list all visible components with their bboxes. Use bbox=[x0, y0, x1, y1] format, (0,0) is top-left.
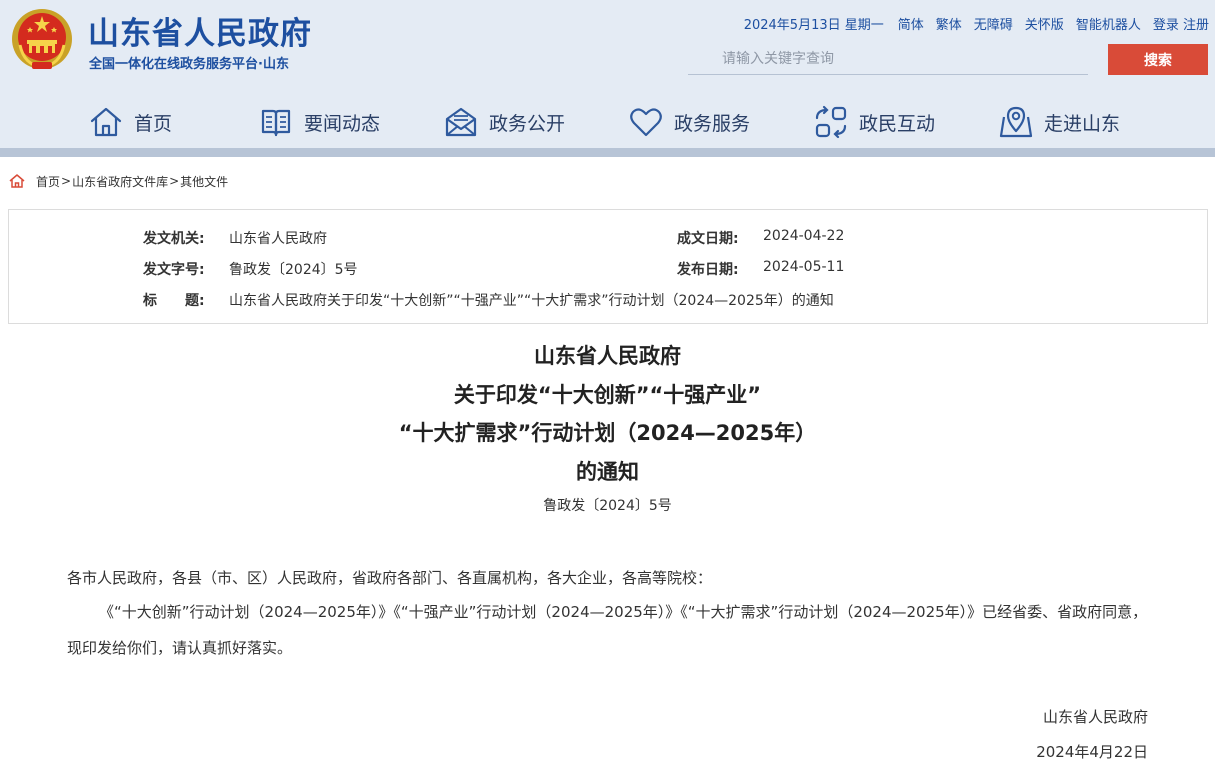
signature-organization: 山东省人民政府 bbox=[1042, 708, 1148, 726]
meta-value: 山东省人民政府关于印发“十大创新”“十强产业”“十大扩需求”行动计划（2024—… bbox=[229, 293, 834, 309]
home-icon bbox=[90, 107, 122, 137]
top-links-bar: 2024年5月13日 星期一 简体 繁体 无障碍 关怀版 智能机器人 登录 注册 bbox=[744, 14, 1209, 33]
nav-item-interaction[interactable]: 政民互动 bbox=[813, 100, 935, 144]
nav-item-home[interactable]: 首页 bbox=[88, 100, 172, 144]
national-emblem-icon[interactable] bbox=[10, 7, 74, 73]
signature-date: 2024年4月22日 bbox=[1036, 743, 1148, 761]
nav-item-news[interactable]: 要闻动态 bbox=[258, 100, 380, 144]
nav-label: 政务公开 bbox=[489, 112, 566, 135]
nav-label: 走进山东 bbox=[1044, 112, 1121, 135]
site-title[interactable]: 山东省人民政府 bbox=[88, 8, 312, 53]
site-header: 山东省人民政府 全国一体化在线政务服务平台·山东 2024年5月13日 星期一 … bbox=[0, 0, 1215, 157]
document-title-line: 山东省人民政府 bbox=[534, 344, 681, 368]
accessibility-link[interactable]: 无障碍 bbox=[974, 14, 1013, 33]
meta-issuer: 发文机关: 山东省人民政府 bbox=[143, 228, 327, 248]
interaction-icon bbox=[815, 105, 847, 139]
login-link[interactable]: 登录 bbox=[1153, 18, 1179, 33]
header-divider bbox=[0, 148, 1215, 157]
meta-doc-number: 发文字号: 鲁政发〔2024〕5号 bbox=[143, 259, 358, 279]
mail-icon bbox=[445, 107, 477, 137]
document-title-line: 的通知 bbox=[576, 459, 639, 484]
book-icon bbox=[261, 109, 291, 137]
auth-links: 登录 注册 bbox=[1153, 14, 1209, 33]
meta-value: 2024-04-22 bbox=[763, 228, 845, 244]
nav-item-gov-affairs-open[interactable]: 政务公开 bbox=[443, 100, 565, 144]
document-number: 鲁政发〔2024〕5号 bbox=[543, 498, 672, 514]
register-link[interactable]: 注册 bbox=[1183, 18, 1209, 33]
meta-label: 发文字号: bbox=[143, 262, 205, 278]
simplified-chinese-link[interactable]: 简体 bbox=[898, 14, 924, 33]
current-date: 2024年5月13日 星期一 bbox=[743, 18, 884, 33]
home-icon[interactable] bbox=[8, 172, 26, 190]
meta-written-date: 成文日期: 2024-04-22 bbox=[677, 228, 844, 248]
meta-value: 2024-05-11 bbox=[763, 259, 845, 275]
nav-item-shandong[interactable]: 走进山东 bbox=[998, 100, 1120, 144]
document-title: 山东省人民政府 关于印发“十大创新”“十强产业” “十大扩需求”行动计划（202… bbox=[0, 337, 1215, 491]
heart-icon bbox=[630, 108, 662, 137]
search-button[interactable]: 搜索 bbox=[1108, 44, 1208, 75]
main-nav: 首页 要闻动态 政务公开 政务服务 政民互动 走进山东 bbox=[0, 100, 1215, 144]
search-box bbox=[688, 45, 1088, 75]
meta-label: 成文日期: bbox=[677, 231, 739, 247]
meta-label: 发文机关: bbox=[143, 231, 205, 247]
breadcrumb-separator: > bbox=[61, 174, 72, 188]
meta-label: 发布日期: bbox=[677, 262, 739, 278]
document-salutation: 各市人民政府，各县（市、区）人民政府，省政府各部门、各直属机构，各大企业，各高等… bbox=[67, 569, 713, 587]
elder-care-mode-link[interactable]: 关怀版 bbox=[1025, 14, 1064, 33]
nav-label: 首页 bbox=[134, 112, 173, 135]
meta-value: 山东省人民政府 bbox=[229, 231, 327, 247]
document-title-line: “十大扩需求”行动计划（2024—2025年） bbox=[398, 421, 817, 445]
nav-label: 政务服务 bbox=[674, 112, 751, 135]
traditional-chinese-link[interactable]: 繁体 bbox=[936, 14, 962, 33]
document-body-paragraph: 《“十大创新”行动计划（2024—2025年）》《“十强产业”行动计划（2024… bbox=[67, 603, 1148, 657]
meta-label: 标 题: bbox=[143, 293, 205, 309]
nav-label: 政民互动 bbox=[859, 112, 936, 135]
map-pin-icon bbox=[999, 106, 1033, 138]
document-title-line: 关于印发“十大创新”“十强产业” bbox=[453, 382, 762, 407]
meta-value: 鲁政发〔2024〕5号 bbox=[229, 262, 358, 278]
nav-label: 要闻动态 bbox=[304, 112, 381, 135]
search-input[interactable] bbox=[688, 45, 1088, 73]
document-meta-box: 发文机关: 山东省人民政府 成文日期: 2024-04-22 发文字号: 鲁政发… bbox=[8, 209, 1208, 324]
breadcrumb: 首页 > 山东省政府文件库 > 其他文件 bbox=[8, 172, 228, 190]
breadcrumb-file-library[interactable]: 山东省政府文件库 bbox=[72, 173, 168, 190]
meta-published-date: 发布日期: 2024-05-11 bbox=[677, 259, 844, 279]
smart-robot-link[interactable]: 智能机器人 bbox=[1076, 14, 1141, 33]
site-subtitle: 全国一体化在线政务服务平台·山东 bbox=[89, 57, 289, 72]
breadcrumb-separator: > bbox=[169, 174, 180, 188]
breadcrumb-other-files[interactable]: 其他文件 bbox=[180, 173, 228, 190]
breadcrumb-home[interactable]: 首页 bbox=[36, 173, 60, 190]
meta-title: 标 题: 山东省人民政府关于印发“十大创新”“十强产业”“十大扩需求”行动计划（… bbox=[143, 290, 834, 310]
nav-item-gov-services[interactable]: 政务服务 bbox=[628, 100, 750, 144]
